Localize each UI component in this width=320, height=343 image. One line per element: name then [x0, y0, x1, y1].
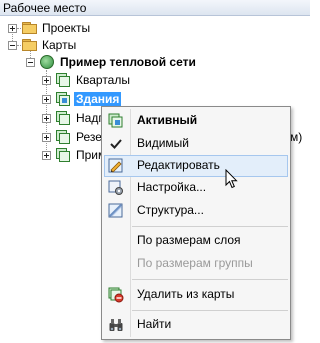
checkmark-icon: [110, 139, 122, 149]
binoculars-icon: [109, 319, 123, 331]
menu-item-label: Найти: [137, 317, 172, 331]
expand-layer-toggle[interactable]: [42, 133, 51, 142]
menu-item-label: Удалить из карты: [137, 287, 235, 301]
layer-icon: [56, 73, 71, 87]
menu-item-visible[interactable]: Видимый: [104, 133, 288, 155]
expand-projects-toggle[interactable]: [8, 24, 17, 33]
tree-item-layer[interactable]: Резе: [76, 129, 102, 145]
tree-item-maps[interactable]: Карты: [42, 37, 76, 53]
tree-item-map[interactable]: Пример тепловой сети: [60, 54, 196, 70]
collapse-maps-toggle[interactable]: [8, 41, 17, 50]
layer-icon: [56, 92, 71, 106]
tree-line: [17, 45, 21, 46]
expand-layer-toggle[interactable]: [42, 95, 51, 104]
folder-icon: [22, 39, 38, 51]
layer-icon: [56, 111, 71, 125]
settings-icon: [108, 180, 123, 195]
menu-item-remove-from-map[interactable]: Удалить из карты: [104, 284, 288, 306]
expand-layer-toggle[interactable]: [42, 114, 51, 123]
menu-item-label: Активный: [137, 113, 198, 127]
tree-item-layer[interactable]: Кварталы: [76, 72, 130, 88]
collapse-map-toggle[interactable]: [26, 58, 35, 67]
menu-separator: [132, 279, 288, 280]
folder-icon: [22, 22, 38, 34]
menu-item-label: Структура...: [137, 203, 204, 217]
menu-item-find[interactable]: Найти: [104, 314, 288, 336]
menu-separator: [132, 310, 288, 311]
remove-from-map-icon: [108, 287, 124, 303]
menu-item-label: По размерам слоя: [137, 233, 241, 247]
layer-context-menu: Активный Видимый Редактировать Настройка…: [101, 106, 291, 340]
expand-layer-toggle[interactable]: [42, 151, 51, 160]
expand-layer-toggle[interactable]: [42, 76, 51, 85]
layer-icon: [56, 130, 71, 144]
selected-layer-label: Здания: [74, 92, 122, 106]
menu-item-fit-layer[interactable]: По размерам слоя: [104, 230, 288, 252]
truncated-label-tail: м): [290, 130, 303, 144]
menu-item-fit-group: По размерам группы: [104, 253, 288, 275]
menu-item-label: Настройка...: [137, 180, 207, 194]
menu-item-settings[interactable]: Настройка...: [104, 177, 288, 199]
active-layer-icon: [108, 113, 123, 128]
menu-item-label: Видимый: [137, 136, 189, 150]
edit-icon: [108, 158, 123, 173]
map-icon: [40, 55, 54, 69]
tree-line: [17, 28, 21, 29]
menu-item-label: По размерам группы: [137, 256, 253, 270]
tree-item-projects[interactable]: Проекты: [42, 20, 90, 36]
menu-item-label: Редактировать: [137, 158, 220, 172]
tree-item-layer-selected[interactable]: Здания: [74, 91, 122, 107]
structure-icon: [108, 203, 123, 218]
layer-icon: [56, 148, 71, 162]
menu-item-active[interactable]: Активный: [104, 110, 288, 132]
menu-item-edit[interactable]: Редактировать: [104, 155, 288, 177]
mouse-cursor-icon: [225, 169, 238, 189]
menu-item-structure[interactable]: Структура...: [104, 200, 288, 222]
menu-separator: [132, 226, 288, 227]
